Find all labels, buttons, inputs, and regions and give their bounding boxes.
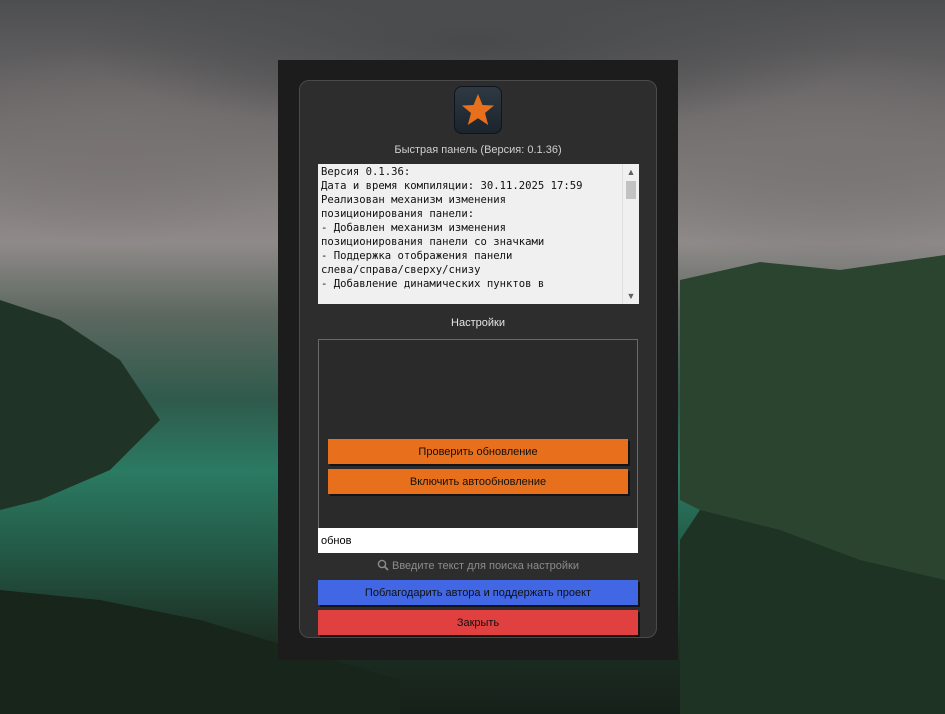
settings-section-label: Настройки bbox=[451, 317, 505, 329]
check-update-button[interactable]: Проверить обновление bbox=[328, 439, 628, 464]
star-icon bbox=[462, 94, 494, 125]
changelog-line: Реализован механизм изменения bbox=[321, 194, 506, 206]
app-logo bbox=[454, 86, 502, 134]
search-hint: Введите текст для поиска настройки bbox=[300, 559, 656, 572]
settings-dialog: Быстрая панель (Версия: 0.1.36) Версия 0… bbox=[278, 60, 678, 660]
changelog-line: - Добавление динамических пунктов в bbox=[321, 278, 545, 290]
enable-autoupdate-button[interactable]: Включить автообновление bbox=[328, 469, 628, 494]
settings-list: Проверить обновление Включить автообновл… bbox=[318, 339, 638, 529]
changelog-line: позиционирования панели со значками bbox=[321, 236, 545, 248]
scroll-thumb[interactable] bbox=[626, 181, 636, 199]
changelog-line: Версия 0.1.36: bbox=[321, 166, 411, 178]
app-title: Быстрая панель (Версия: 0.1.36) bbox=[394, 144, 562, 156]
scroll-up-icon[interactable]: ▲ bbox=[623, 164, 639, 180]
changelog-text: Версия 0.1.36: Дата и время компиляции: … bbox=[321, 165, 621, 291]
changelog-line: - Добавлен механизм изменения bbox=[321, 222, 506, 234]
changelog-scrollbar[interactable]: ▲ ▼ bbox=[622, 164, 639, 304]
settings-search-input[interactable] bbox=[318, 528, 638, 553]
scroll-down-icon[interactable]: ▼ bbox=[623, 288, 639, 304]
support-author-button[interactable]: Поблагодарить автора и поддержать проект bbox=[318, 580, 638, 605]
changelog-line: Дата и время компиляции: 30.11.2025 17:5… bbox=[321, 180, 583, 192]
changelog-line: - Поддержка отображения панели bbox=[321, 250, 513, 262]
changelog-line: позиционирования панели: bbox=[321, 208, 475, 220]
changelog-line: слева/справа/сверху/снизу bbox=[321, 264, 481, 276]
settings-panel: Быстрая панель (Версия: 0.1.36) Версия 0… bbox=[299, 80, 657, 638]
close-button[interactable]: Закрыть bbox=[318, 610, 638, 635]
magnifier-icon bbox=[377, 559, 389, 571]
search-hint-text: Введите текст для поиска настройки bbox=[391, 560, 579, 572]
changelog-textarea[interactable]: Версия 0.1.36: Дата и время компиляции: … bbox=[318, 164, 639, 304]
